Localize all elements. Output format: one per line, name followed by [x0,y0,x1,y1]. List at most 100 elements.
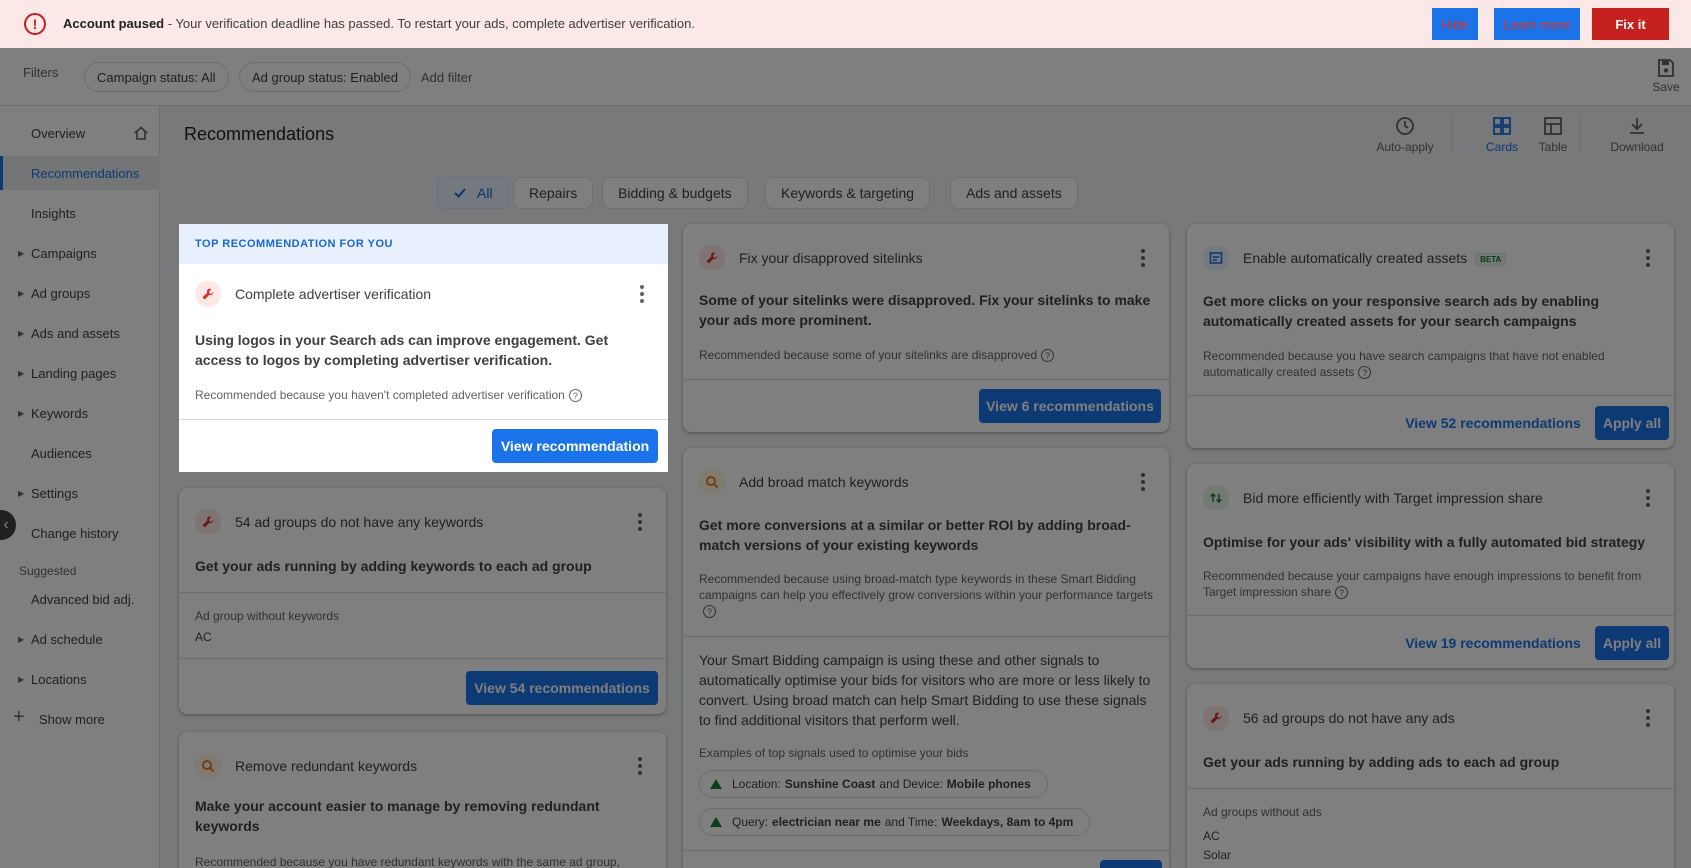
add-filter-link[interactable]: Add filter [421,70,472,85]
more-options-icon[interactable] [1133,472,1153,492]
apply-all-button[interactable]: Apply all [1595,626,1669,660]
sidebar-item-label: Show more [39,711,105,727]
recommendation-card-redundant-keywords: Remove redundant keywords Make your acco… [179,732,666,868]
card-reason-text: Recommended because you haven't complete… [195,388,565,402]
sidebar-item-locations[interactable]: ▶ Locations [0,662,160,696]
top-recommendation-band: TOP RECOMMENDATION FOR YOU [179,224,668,264]
card-sub-label: Ad groups without ads [1203,805,1322,819]
signal-value: Sunshine Coast [784,777,876,791]
card-description: Some of your sitelinks were disapproved.… [699,292,1151,328]
tab-keywords-targeting[interactable]: Keywords & targeting [765,177,931,209]
more-options-icon[interactable] [1133,248,1153,268]
sidebar-item-audiences[interactable]: Audiences [0,436,160,470]
sidebar-item-insights[interactable]: Insights [0,196,160,230]
sidebar-section-label: Suggested [19,564,77,578]
card-description: Optimise for your ads' visibility with a… [1203,534,1646,550]
signal-value: electrician near me [772,815,881,829]
sidebar-item-ad-schedule[interactable]: ▶ Ad schedule [0,622,160,656]
download-button[interactable]: Download [1602,114,1672,154]
card-title: Bid more efficiently with Target impress… [1243,490,1543,506]
card-header: Remove redundant keywords [195,752,650,780]
signal-text: Location: [732,777,781,791]
sidebar-item-keywords[interactable]: ▶ Keywords [0,396,160,430]
more-options-icon[interactable] [1638,248,1658,268]
tab-label: All [477,185,493,201]
card-detail: Your Smart Bidding campaign is using the… [699,652,1151,728]
table-label: Table [1538,140,1568,154]
more-options-icon[interactable] [1638,708,1658,728]
view-recommendations-button[interactable] [1100,860,1162,868]
view-54-recommendations-button[interactable]: View 54 recommendations [466,671,658,705]
card-title: Complete advertiser verification [235,286,432,302]
card-description: Make your account easier to manage by re… [195,798,600,834]
recommendation-card-missing-keywords: 54 ad groups do not have any keywords Ge… [179,488,666,714]
toolbar-divider [1579,116,1580,152]
more-options-icon[interactable] [630,756,650,776]
sidebar-item-label: Ad schedule [31,631,103,647]
campaign-status-filter-chip[interactable]: Campaign status: All [84,62,229,92]
apply-all-button[interactable]: Apply all [1595,406,1669,440]
more-options-icon[interactable] [632,284,652,304]
search-icon [699,469,725,495]
help-icon[interactable]: ? [1335,586,1349,600]
card-title: 56 ad groups do not have any ads [1243,710,1455,726]
cards-icon [1493,117,1511,135]
save-label: Save [1652,80,1680,94]
view-recommendation-button[interactable]: View recommendation [492,429,658,463]
card-divider [683,850,1169,851]
tab-ads-and-assets[interactable]: Ads and assets [950,177,1078,209]
beta-badge: BETA [1475,252,1507,266]
sidebar-item-advanced-bid-adj[interactable]: Advanced bid adj. [0,582,160,616]
sidebar-item-recommendations[interactable]: Recommendations [0,156,160,190]
recommendation-card-disapproved-sitelinks: Fix your disapproved sitelinks Some of y… [683,224,1169,432]
bid-arrows-icon [1203,485,1229,511]
card-title: Add broad match keywords [739,474,909,490]
card-description: Get more clicks on your responsive searc… [1203,293,1600,329]
sidebar-item-show-more[interactable]: + Show more [0,702,160,736]
sidebar-item-ads-and-assets[interactable]: ▶ Ads and assets [0,316,160,350]
sidebar-item-settings[interactable]: ▶ Settings [0,476,160,510]
card-sub-value: AC [195,630,212,644]
save-icon [1658,59,1674,77]
view-6-recommendations-button[interactable]: View 6 recommendations [979,389,1161,423]
view-52-recommendations-button[interactable]: View 52 recommendations [1397,406,1589,440]
wrench-icon [1203,705,1229,731]
card-reason: Recommended because using broad-match ty… [699,571,1153,619]
wrench-icon [195,281,221,307]
auto-apply-button[interactable]: Auto-apply [1370,114,1440,154]
help-icon[interactable]: ? [568,389,582,403]
sidebar-item-ad-groups[interactable]: ▶ Ad groups [0,276,160,310]
sidebar-item-label: Change history [31,525,119,541]
hide-button[interactable]: Hide [1432,8,1478,40]
learn-more-button[interactable]: Learn more [1494,8,1580,40]
download-label: Download [1610,140,1664,154]
help-icon[interactable]: ? [703,605,716,619]
view-19-recommendations-button[interactable]: View 19 recommendations [1397,626,1589,660]
tab-all[interactable]: All [437,177,509,209]
more-options-icon[interactable] [1638,488,1658,508]
ad-group-status-filter-chip[interactable]: Ad group status: Enabled [239,62,411,92]
save-button[interactable]: Save [1646,58,1686,94]
help-icon[interactable]: ? [1358,366,1372,380]
chevron-left-icon: ‹ [3,516,9,533]
wrench-icon [699,245,725,271]
table-view-button[interactable]: Table [1518,114,1588,154]
signal-text: and Device: [879,777,943,791]
signal-text: Query: [732,815,769,829]
sidebar-item-change-history[interactable]: Change history [0,516,160,550]
fix-it-button[interactable]: Fix it [1592,8,1669,40]
card-reason: Recommended because your campaigns have … [1203,568,1658,600]
signal-chip-query: Query: electrician near me and Time: Weekda… [699,808,1091,836]
tab-repairs[interactable]: Repairs [513,177,594,209]
more-options-icon[interactable] [630,512,650,532]
sidebar-item-campaigns[interactable]: ▶ Campaigns [0,236,160,270]
sidebar-item-overview[interactable]: Overview [0,116,160,150]
card-sub-value: AC [1203,829,1220,843]
card-sub-value: Solar [1203,848,1232,862]
tab-bidding-budgets[interactable]: Bidding & budgets [602,177,748,209]
top-recommendation-label: TOP RECOMMENDATION FOR YOU [195,238,393,250]
card-header: Fix your disapproved sitelinks [699,244,1153,272]
signal-value: Mobile phones [946,777,1031,791]
sidebar-item-landing-pages[interactable]: ▶ Landing pages [0,356,160,390]
help-icon[interactable]: ? [1041,349,1055,363]
